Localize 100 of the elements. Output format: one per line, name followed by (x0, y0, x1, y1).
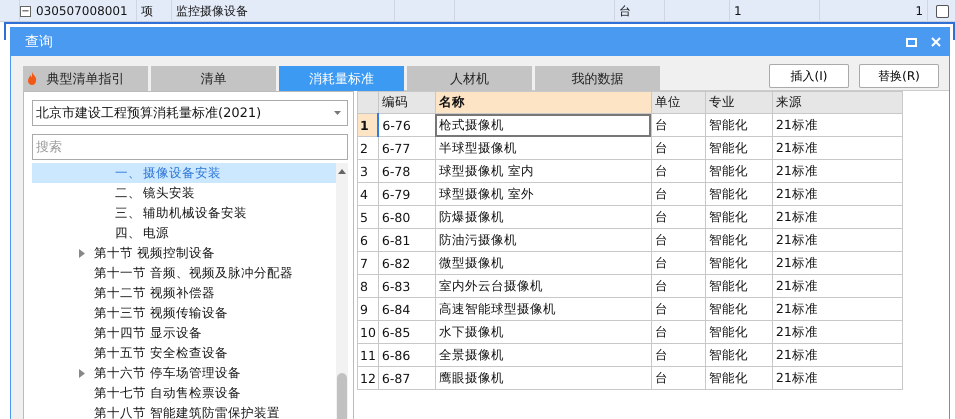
table-cell[interactable]: 智能化 (705, 252, 772, 274)
scrollbar-thumb[interactable] (337, 373, 347, 419)
table-cell[interactable]: 21标准 (772, 252, 902, 274)
table-cell[interactable]: 6-78 (378, 160, 436, 182)
table-cell[interactable]: 智能化 (705, 320, 772, 344)
table-cell[interactable]: 智能化 (705, 344, 772, 366)
table-cell[interactable]: 6-85 (378, 320, 436, 344)
scrollbar[interactable] (336, 163, 348, 419)
tab[interactable]: 典型清单指引 (23, 66, 148, 91)
table-cell[interactable]: 智能化 (705, 160, 772, 182)
row-number: 7 (358, 252, 378, 274)
table-cell[interactable]: 全景摄像机 (435, 344, 652, 366)
row-number: 9 (358, 298, 378, 320)
tab[interactable]: 清单 (151, 66, 276, 91)
table-cell[interactable]: 6-83 (378, 274, 436, 298)
table-cell[interactable]: 智能化 (705, 228, 772, 252)
table-cell[interactable]: 6-76 (378, 114, 436, 136)
table-cell[interactable]: 6-77 (378, 136, 436, 160)
table-cell[interactable]: 智能化 (705, 366, 772, 390)
table-cell[interactable]: 台 (651, 366, 706, 390)
table-cell[interactable]: 智能化 (705, 136, 772, 160)
table-cell[interactable]: 台 (651, 344, 706, 366)
tree-item[interactable]: 第十五节 安全检查设备 (94, 344, 228, 362)
table-cell[interactable]: 枪式摄像机 (435, 114, 652, 136)
table-cell[interactable]: 21标准 (772, 366, 902, 390)
checkbox[interactable] (936, 5, 949, 18)
close-icon[interactable] (931, 37, 941, 47)
tab[interactable]: 人材机 (407, 66, 532, 91)
table-cell[interactable]: 球型摄像机 室外 (435, 182, 652, 206)
tree-item[interactable]: 第十六节 停车场管理设备 (94, 364, 241, 382)
tab[interactable]: 我的数据 (535, 66, 660, 91)
tree-item[interactable]: 第十节 视频控制设备 (94, 244, 215, 262)
table-cell[interactable]: 21标准 (772, 298, 902, 320)
table-cell[interactable]: 台 (651, 252, 706, 274)
column-header[interactable]: 名称 (435, 92, 652, 114)
table-cell[interactable]: 6-87 (378, 366, 436, 390)
tree-item[interactable]: 第十八节 智能建筑防雷保护装置 (94, 404, 280, 419)
row-number: 1 (358, 114, 378, 136)
table-cell: 台 (615, 0, 665, 22)
table-cell[interactable]: 台 (651, 228, 706, 252)
collapse-toggle[interactable]: − (20, 6, 31, 16)
table-cell[interactable]: 室内外云台摄像机 (435, 274, 652, 298)
table-cell[interactable]: 21标准 (772, 320, 902, 344)
table-cell[interactable]: 智能化 (705, 298, 772, 320)
table-cell[interactable]: 6-86 (378, 344, 436, 366)
tree-item[interactable]: 第十一节 音频、视频及脉冲分配器 (94, 264, 293, 282)
table-cell[interactable]: 台 (651, 206, 706, 228)
table-cell[interactable]: 台 (651, 160, 706, 182)
table-cell[interactable]: 21标准 (772, 136, 902, 160)
scroll-up-icon[interactable] (336, 167, 348, 175)
column-header[interactable]: 编码 (378, 92, 436, 114)
table-cell[interactable]: 防油污摄像机 (435, 228, 652, 252)
table-cell[interactable]: 防爆摄像机 (435, 206, 652, 228)
table-cell[interactable]: 6-82 (378, 252, 436, 274)
standard-dropdown[interactable]: 北京市建设工程预算消耗量标准(2021) (32, 100, 348, 126)
table-cell[interactable]: 半球型摄像机 (435, 136, 652, 160)
tree-item[interactable]: 第十三节 视频传输设备 (94, 304, 228, 322)
tree-item[interactable]: 二、 镜头安装 (32, 183, 336, 203)
table-cell[interactable]: 台 (651, 114, 706, 136)
table-cell[interactable]: 智能化 (705, 114, 772, 136)
table-cell: 项 (137, 0, 172, 22)
table-cell[interactable]: 台 (651, 182, 706, 206)
expand-icon[interactable] (79, 248, 85, 258)
table-cell[interactable]: 21标准 (772, 274, 902, 298)
table-cell[interactable]: 21标准 (772, 344, 902, 366)
tree-item[interactable]: 四、 电源 (32, 223, 336, 243)
table-cell[interactable]: 球型摄像机 室内 (435, 160, 652, 182)
tree-item[interactable]: 第十四节 显示设备 (94, 324, 202, 342)
table-cell[interactable]: 微型摄像机 (435, 252, 652, 274)
table-cell[interactable]: 智能化 (705, 206, 772, 228)
table-cell[interactable]: 智能化 (705, 274, 772, 298)
table-cell[interactable]: 水下摄像机 (435, 320, 652, 344)
maximize-icon[interactable] (906, 38, 917, 46)
table-cell[interactable]: 21标准 (772, 160, 902, 182)
expand-icon[interactable] (79, 368, 85, 378)
table-cell[interactable]: 台 (651, 136, 706, 160)
table-cell[interactable]: 高速智能球型摄像机 (435, 298, 652, 320)
table-cell[interactable]: 6-81 (378, 228, 436, 252)
table-cell[interactable]: 台 (651, 274, 706, 298)
table-cell[interactable]: 6-80 (378, 206, 436, 228)
table-cell[interactable]: 6-79 (378, 182, 436, 206)
replace-button[interactable]: 替换(R) (859, 64, 939, 88)
tree-item[interactable]: 第十二节 视频补偿器 (94, 284, 215, 302)
table-cell[interactable]: 21标准 (772, 114, 902, 136)
insert-button[interactable]: 插入(I) (769, 64, 849, 88)
search-field[interactable]: 搜索 (32, 134, 348, 160)
tree-item[interactable]: 第十七节 自动售检票设备 (94, 384, 241, 402)
column-header[interactable]: 专业 (705, 92, 772, 114)
table-cell[interactable]: 21标准 (772, 206, 902, 228)
table-cell[interactable]: 鹰眼摄像机 (435, 366, 652, 390)
table-cell[interactable]: 21标准 (772, 182, 902, 206)
table-cell[interactable]: 台 (651, 298, 706, 320)
table-cell[interactable]: 21标准 (772, 228, 902, 252)
table-cell[interactable]: 智能化 (705, 182, 772, 206)
column-header[interactable]: 单位 (651, 92, 706, 114)
table-cell[interactable]: 台 (651, 320, 706, 344)
table-cell[interactable]: 6-84 (378, 298, 436, 320)
tree-item[interactable]: 三、 辅助机械设备安装 (32, 203, 336, 223)
tree-item[interactable]: 一、 摄像设备安装 (32, 163, 336, 183)
column-header[interactable]: 来源 (772, 92, 902, 114)
